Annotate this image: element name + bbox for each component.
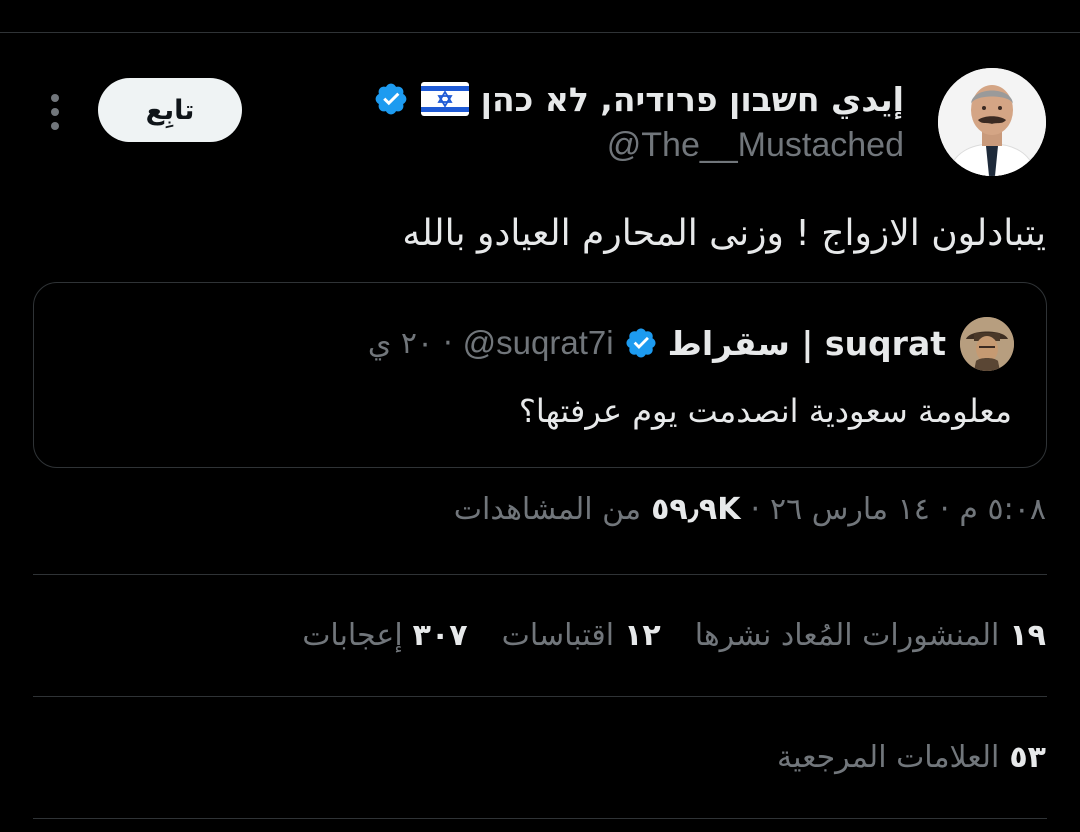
top-divider bbox=[0, 32, 1080, 33]
quoted-author-handle[interactable]: @suqrat7i bbox=[463, 324, 614, 362]
israel-flag-icon bbox=[420, 82, 469, 116]
quoted-tweet-text: معلومة سعودية انصدمت يوم عرفتها؟ bbox=[518, 392, 1012, 430]
author-display-name[interactable]: إيدي חשבון פרודיה, לא כהן bbox=[481, 80, 904, 119]
views-count[interactable]: ٥٩٫٩K bbox=[651, 492, 740, 527]
separator-dot: · bbox=[750, 492, 761, 527]
quotes-count: ١٢ bbox=[624, 617, 661, 653]
quoted-author-avatar[interactable] bbox=[960, 317, 1014, 371]
avatar-portrait-image bbox=[938, 68, 1046, 176]
author-avatar[interactable] bbox=[938, 68, 1046, 176]
separator-dot: · bbox=[939, 492, 950, 527]
quoted-author-name[interactable]: سقراط | suqrat bbox=[668, 324, 946, 363]
divider bbox=[33, 574, 1047, 575]
tweet-text: يتبادلون الازواج ! وزنى المحارم العيادو … bbox=[402, 213, 1046, 254]
bookmarks-stat[interactable]: ٥٣ العلامات المرجعية bbox=[777, 734, 1046, 780]
divider bbox=[33, 696, 1047, 697]
verified-badge-icon bbox=[375, 83, 407, 115]
reposts-count: ١٩ bbox=[1009, 617, 1046, 653]
views-label[interactable]: من المشاهدات bbox=[454, 492, 641, 527]
reposts-stat[interactable]: ١٩ المنشورات المُعاد نشرها bbox=[695, 618, 1046, 653]
likes-stat[interactable]: ٣٠٧ إعجابات bbox=[302, 618, 467, 653]
more-vertical-icon[interactable] bbox=[46, 90, 64, 130]
tweet-date[interactable]: ١٤ مارس ٢٦ bbox=[770, 492, 930, 527]
quotes-stat[interactable]: ١٢ اقتباسات bbox=[502, 618, 661, 653]
author-name-row[interactable]: إيدي חשבון פרודיה, לא כהן bbox=[373, 74, 904, 124]
bookmarks-count: ٥٣ bbox=[1009, 739, 1046, 775]
separator-dot: · bbox=[443, 325, 453, 361]
tweet-time[interactable]: ٥:٠٨ م bbox=[959, 492, 1046, 527]
author-handle[interactable]: @The__Mustached bbox=[607, 126, 904, 165]
likes-count: ٣٠٧ bbox=[412, 617, 468, 653]
likes-label: إعجابات bbox=[302, 617, 403, 653]
tweet-detail-view: إيدي חשבון פרודיה, לא כהן @The__Mustache… bbox=[0, 0, 1080, 832]
quoted-tweet-card[interactable]: سقراط | suqrat @suqrat7i · ٢٠ ي معلومة س… bbox=[33, 282, 1047, 468]
bookmarks-label: العلامات المرجعية bbox=[777, 739, 1000, 775]
verified-badge-icon bbox=[626, 328, 656, 358]
quoted-tweet-header: سقراط | suqrat @suqrat7i · ٢٠ ي bbox=[368, 321, 946, 365]
reposts-label: المنشورات المُعاد نشرها bbox=[694, 617, 1000, 653]
engagement-stats: ١٩ المنشورات المُعاد نشرها ١٢ اقتباسات ٣… bbox=[302, 612, 1046, 658]
divider bbox=[33, 818, 1047, 819]
follow-button[interactable]: تابِع bbox=[98, 78, 242, 142]
tweet-meta: ٥:٠٨ م · ١٤ مارس ٢٦ · ٥٩٫٩K من المشاهدات bbox=[454, 492, 1046, 527]
quoted-avatar-image bbox=[960, 317, 1014, 371]
quoted-tweet-time: ٢٠ ي bbox=[367, 325, 434, 361]
quotes-label: اقتباسات bbox=[501, 617, 615, 653]
